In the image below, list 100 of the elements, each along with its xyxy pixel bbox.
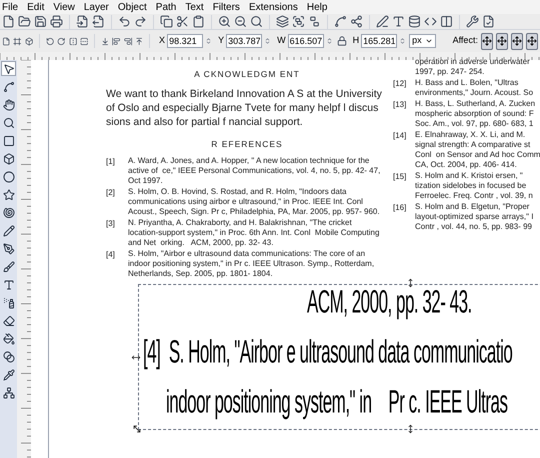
scissors-icon[interactable] [176, 15, 189, 28]
pencil-tool[interactable] [1, 223, 16, 238]
undo-icon[interactable] [118, 15, 131, 28]
reference-line: and Net orking. ACM, 2000, pp. 32- 43. [128, 238, 274, 248]
reference-line: Acoust., Speech, Sign. Pr c, Philadelphia, PA, Mar. 2005, pp. 957- 960. [128, 206, 380, 216]
menu-item[interactable]: File [2, 0, 18, 14]
zoomed-text-line: indoor positioning system," in Pr c. IEEE Ultras [166, 386, 508, 418]
new-document-icon[interactable] [2, 15, 15, 28]
affect-toggle[interactable] [480, 32, 493, 50]
dropper-tool[interactable] [1, 367, 16, 382]
zoom-in-icon[interactable] [218, 15, 231, 28]
coordinate-field[interactable]: 165.281 [361, 34, 398, 48]
field-label: X [159, 34, 166, 48]
menu-item[interactable]: Filters [212, 0, 240, 14]
text-icon[interactable] [392, 15, 405, 28]
unit-dropdown[interactable]: px [409, 34, 436, 48]
spiral-tool[interactable] [1, 205, 16, 220]
paragraph-line: of Oslo and especially Bjarne Tvete for many helpf l discus [106, 100, 378, 115]
lock-icon[interactable] [336, 36, 347, 46]
zoom-tool[interactable] [1, 115, 16, 130]
cube-tool[interactable] [1, 151, 16, 166]
redo-icon[interactable] [134, 15, 147, 28]
affect-toggle[interactable] [526, 32, 538, 50]
reference-line: location-support system," in Proc. 6th Ann. Int. Conl Mobile Computing [128, 228, 380, 238]
field-label: W [277, 34, 286, 48]
coordinate-field[interactable]: 303.787 [226, 34, 262, 48]
reference-line: communications using airbor e ultrasound," in Proc. IEEE Int. Conl [128, 196, 364, 206]
reference-line: A. Ward, A. Jones, and A. Hopper, " A new location technique for the [128, 156, 370, 166]
reference-number: [1] [106, 156, 115, 166]
reference-line: E. Elnahraway, X. X. Li, and M. [415, 130, 526, 140]
menu-item[interactable]: Path [156, 0, 176, 14]
frame-icon[interactable] [13, 34, 22, 48]
page-icon[interactable] [2, 34, 10, 48]
reference-line: Conl on Sensor and Ad hoc Comm [415, 150, 540, 160]
reference-line: N. Priyantha, A. Chakraborty, and H. Balakrishnan, "The cricket [128, 218, 353, 228]
import-icon[interactable] [76, 15, 89, 28]
reference-number: [15] [393, 172, 406, 181]
copy-icon[interactable] [160, 15, 173, 28]
coordinate-field[interactable]: 616.507 [288, 34, 324, 48]
reference-number: [3] [106, 218, 115, 228]
zoom-out-icon[interactable] [234, 15, 247, 28]
bucket-tool[interactable] [1, 331, 16, 346]
coordinate-field[interactable]: 98.321 [167, 34, 204, 48]
resize-handle-icon[interactable] [406, 424, 415, 434]
circle-tool[interactable] [1, 169, 16, 184]
reference-line: operation in adverse underwater [415, 57, 530, 67]
menu-item[interactable]: View [53, 0, 75, 14]
menu-item[interactable]: Help [306, 0, 328, 14]
reference-line: mospheric absorption of sound: F [415, 109, 535, 119]
menu-item[interactable]: Edit [27, 0, 44, 14]
menu-item[interactable]: Extensions [248, 0, 298, 14]
resize-handle-icon[interactable] [131, 353, 141, 362]
reference-line: indoor positioning system," in Pr c. IEEE Ultrason. Symp., Rotterdam, [128, 258, 374, 268]
export-icon[interactable] [92, 15, 105, 28]
reference-line: Netherlands, Sep. 2005, pp. 1801- 1804. [128, 268, 274, 278]
star-tool[interactable] [1, 187, 16, 202]
nodes-icon[interactable] [350, 15, 363, 28]
tweak-tool[interactable] [1, 97, 16, 112]
chevron-down-icon [424, 37, 433, 45]
rectangle-tool[interactable] [1, 133, 16, 148]
menu-item[interactable]: Text [185, 0, 204, 14]
printer-icon[interactable] [50, 15, 63, 28]
affect-toggle[interactable] [510, 32, 523, 50]
reference-line: H. Bass and L. Bolen, "Ultras [415, 78, 520, 88]
affect-toggle[interactable] [496, 32, 508, 50]
save-icon[interactable] [34, 15, 47, 28]
resize-handle-icon[interactable] [132, 424, 142, 434]
folder-icon[interactable] [18, 15, 31, 28]
eraser-tool[interactable] [1, 313, 16, 328]
zoomed-text-line: ACM, 2000, pp. 32- 43. [307, 286, 472, 318]
paragraph-line: We want to thank Birkeland Innovation A S at the University [106, 86, 382, 101]
reference-line: CA, Oct. 2004, pp. 406- 414. [415, 160, 518, 170]
pen-tool[interactable] [1, 241, 16, 256]
reference-number: [13] [393, 100, 406, 109]
brush-tool[interactable] [1, 259, 16, 274]
reference-line: Soc. Am., vol. 97, pp. 680- 683, 1 [415, 119, 534, 129]
reference-number: [16] [393, 203, 406, 212]
node-tool-tool[interactable] [1, 79, 16, 94]
reference-line: tization sidelobes in focused be [415, 181, 528, 191]
reference-line: environments," Journ. Acoust. So [415, 88, 534, 98]
connector-tool[interactable] [1, 385, 16, 400]
reference-line: H. Bass, L. Sutherland, A. Zucken [415, 99, 536, 109]
reference-line: layout-optimized sparse arrays," I [415, 212, 534, 222]
reference-line: Contr , vol. 44, no. 5, pp. 983- 99 [415, 222, 533, 232]
reference-line: 1997, pp. 247- 254. [415, 67, 486, 77]
field-label: Y [218, 34, 224, 48]
menu-item[interactable]: Layer [84, 0, 109, 14]
section-heading: R EFERENCES [211, 138, 283, 150]
tools-icon[interactable] [466, 15, 479, 28]
pen-icon[interactable] [376, 15, 389, 28]
menu-item[interactable]: Object [118, 0, 147, 14]
xml-editor-icon[interactable] [424, 15, 437, 28]
reference-number: [14] [393, 131, 406, 140]
selector-tool[interactable] [1, 61, 16, 76]
clipboard-icon[interactable] [192, 15, 205, 28]
node-icon[interactable] [334, 15, 347, 28]
reference-number: [12] [393, 79, 406, 88]
reference-line: S. Holm, O. B. Hovind, S. Rostad, and R. Holm, "Indoors data [128, 186, 348, 196]
resize-handle-icon[interactable] [406, 278, 415, 288]
zoom-icon[interactable] [250, 15, 263, 28]
